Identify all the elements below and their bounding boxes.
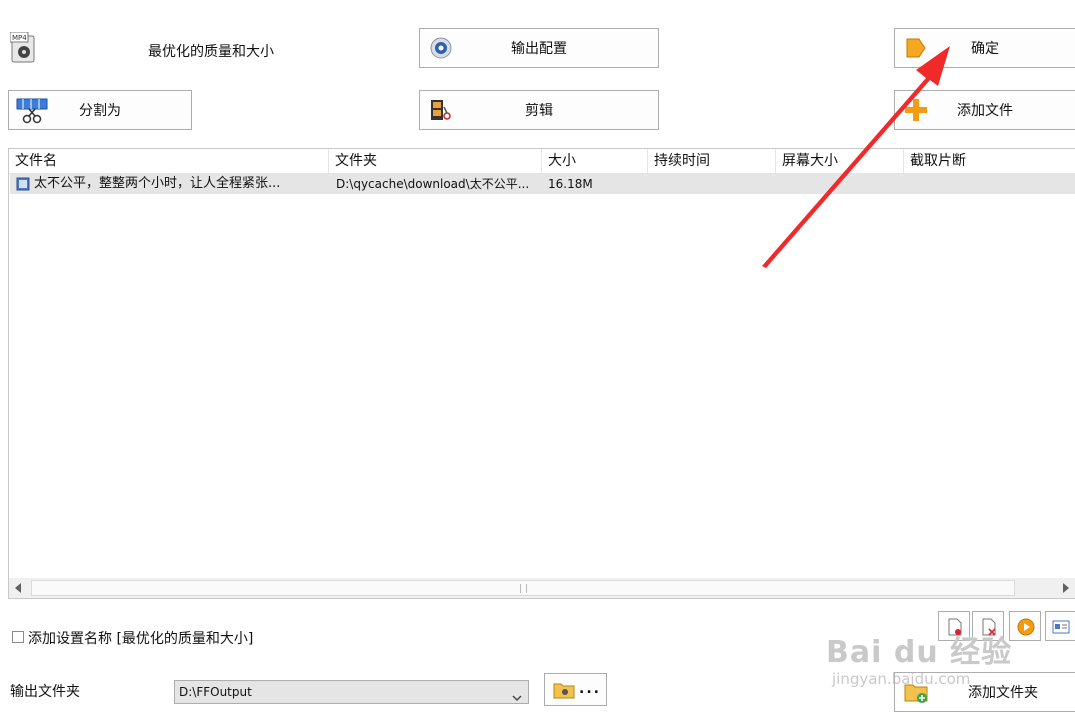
- scroll-left-icon[interactable]: [15, 583, 21, 593]
- browse-folder-button[interactable]: ...: [544, 673, 607, 706]
- add-setting-name-label: 添加设置名称 [最优化的质量和大小]: [28, 631, 254, 647]
- output-folder-select[interactable]: D:\FFOutput: [174, 680, 529, 704]
- profile-label: 最优化的质量和大小: [148, 44, 274, 60]
- edit-button[interactable]: 剪辑: [419, 90, 659, 130]
- column-header-folder[interactable]: 文件夹: [329, 149, 542, 173]
- info-button[interactable]: [1045, 611, 1075, 641]
- add-setting-name-checkbox[interactable]: [12, 631, 24, 643]
- column-header-size[interactable]: 大小: [542, 149, 648, 173]
- chevron-down-icon[interactable]: [512, 687, 522, 701]
- annotation-arrow: [762, 46, 950, 268]
- output-config-label: 输出配置: [511, 41, 567, 57]
- scrollbar-grip: [520, 584, 527, 593]
- add-folder-button[interactable]: 添加文件夹: [894, 672, 1075, 712]
- video-file-icon: [16, 177, 30, 191]
- scrollbar-thumb[interactable]: [31, 580, 1015, 596]
- profile-icon: MP4: [9, 31, 38, 64]
- cell-filename: 太不公平，整整两个小时，让人全程紧张...: [34, 176, 281, 191]
- column-header-filename[interactable]: 文件名: [9, 149, 329, 173]
- info-card-icon: [1052, 620, 1070, 634]
- cell-size: 16.18M: [548, 177, 593, 191]
- document-clear-icon: [981, 618, 997, 636]
- output-folder-value: D:\FFOutput: [179, 685, 252, 699]
- checkbox-box[interactable]: [12, 631, 24, 643]
- document-remove-icon: [947, 618, 963, 636]
- edit-label: 剪辑: [525, 103, 553, 119]
- folder-add-icon: [903, 679, 929, 705]
- add-folder-label: 添加文件夹: [968, 685, 1038, 701]
- play-icon: [1017, 618, 1035, 636]
- output-folder-label: 输出文件夹: [10, 684, 80, 700]
- watermark-logo-text: Bai du 经验: [826, 635, 1013, 670]
- cell-folder: D:\qycache\download\太不公平...: [336, 177, 530, 191]
- horizontal-scrollbar[interactable]: [9, 578, 1075, 598]
- folder-icon: [553, 681, 575, 699]
- scroll-right-icon[interactable]: [1063, 583, 1069, 593]
- output-config-button[interactable]: 输出配置: [419, 28, 659, 68]
- svg-text:MP4: MP4: [12, 34, 27, 42]
- browse-label: ...: [579, 681, 601, 697]
- split-button[interactable]: 分割为: [8, 90, 192, 130]
- split-label: 分割为: [79, 103, 121, 119]
